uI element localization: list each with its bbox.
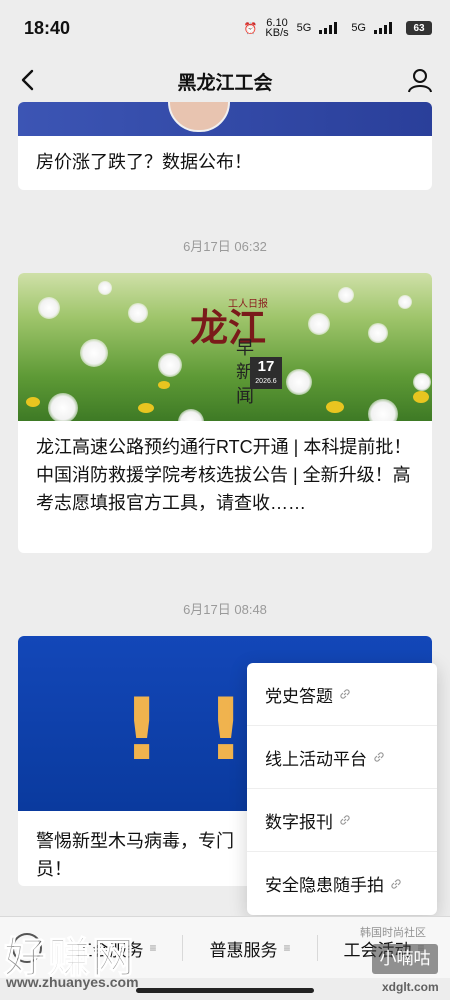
link-icon xyxy=(340,815,350,825)
article-card-2[interactable]: 工人日报 龙江 早新闻 17 2026.6 龙江高速公路预约通行RTC开通 | … xyxy=(18,273,432,553)
speed-unit: KB/s xyxy=(265,27,289,39)
timestamp-1: 6月17日 06:32 xyxy=(183,239,267,254)
warning-exclamation-icon-2: ! xyxy=(206,680,246,780)
hand-graphic xyxy=(168,102,230,132)
date-sub: 2026.6 xyxy=(255,378,277,385)
menu-lines-icon: ≡ xyxy=(283,941,291,955)
submenu-item-digital-newspaper[interactable]: 数字报刊 xyxy=(247,789,437,852)
link-icon xyxy=(340,689,350,699)
article-card-1[interactable]: 房价涨了跌了？数据公布！ xyxy=(18,102,432,190)
network-5g-label-2: 5G xyxy=(351,22,366,34)
home-indicator[interactable] xyxy=(136,988,314,993)
watermark-right-caption: 韩国时尚社区 xyxy=(360,927,426,939)
submenu-item-label: 线上活动平台 xyxy=(265,749,367,769)
submenu-item-online-activity[interactable]: 线上活动平台 xyxy=(247,726,437,789)
article-2-title: 龙江高速公路预约通行RTC开通 | 本科提前批！中国消防救援学院考核选拔公告 |… xyxy=(36,437,412,513)
watermark-left: 好赚网 www.zhuanyes.com xyxy=(3,924,194,994)
date-day: 17 xyxy=(257,358,275,375)
status-bar: 18:40 ⏰ 6.10 KB/s 5G 5G 63 xyxy=(0,0,450,58)
page-title: 黑龙江工会 xyxy=(177,73,273,94)
alarm-icon: ⏰ xyxy=(243,22,258,35)
article-3-title-line1: 警惕新型木马病毒，专门 xyxy=(36,831,234,851)
speed-readout: 6.10 KB/s xyxy=(265,18,289,39)
article-1-title: 房价涨了跌了？数据公布！ xyxy=(36,152,252,172)
warning-exclamation-icon: ! xyxy=(122,680,162,780)
submenu-item-party-history-quiz[interactable]: 党史答题 xyxy=(247,663,437,726)
battery-icon: 63 xyxy=(406,21,432,35)
signal-icon-2 xyxy=(374,22,398,34)
network-5g-label-1: 5G xyxy=(296,22,312,34)
signal-icon xyxy=(319,22,343,34)
nav-bar: 黑龙江工会 xyxy=(0,58,450,102)
link-icon xyxy=(391,878,401,889)
watermark-right-url: xdglt.com xyxy=(382,980,439,994)
status-icons: ⏰ 6.10 KB/s 5G 5G 63 xyxy=(243,18,432,39)
article-1-image xyxy=(18,102,432,136)
status-time: 18:40 xyxy=(24,18,71,38)
timestamp-2: 6月17日 08:48 xyxy=(183,602,267,617)
date-badge: 17 2026.6 xyxy=(250,357,282,389)
watermark-url: www.zhuanyes.com xyxy=(6,974,139,990)
menu-tab-label: 普惠服务 xyxy=(209,940,278,960)
submenu-item-label: 数字报刊 xyxy=(265,812,333,832)
watermark-right-box: 小喃咕 xyxy=(372,944,438,974)
article-3-title-line2: 员！ xyxy=(36,859,72,879)
submenu-item-label: 安全隐患随手拍 xyxy=(265,876,384,895)
submenu-item-label: 党史答题 xyxy=(265,686,333,706)
link-icon xyxy=(374,752,384,762)
submenu-item-safety-hazard-report[interactable]: 安全隐患随手拍 xyxy=(247,852,437,915)
profile-icon[interactable] xyxy=(406,66,434,94)
menu-tab-benefit-service[interactable]: 普惠服务 ≡ xyxy=(183,917,317,979)
article-2-image: 工人日报 龙江 早新闻 17 2026.6 xyxy=(18,273,432,421)
submenu-popup: 党史答题 线上活动平台 数字报刊 安全隐患随手拍 xyxy=(247,663,437,915)
